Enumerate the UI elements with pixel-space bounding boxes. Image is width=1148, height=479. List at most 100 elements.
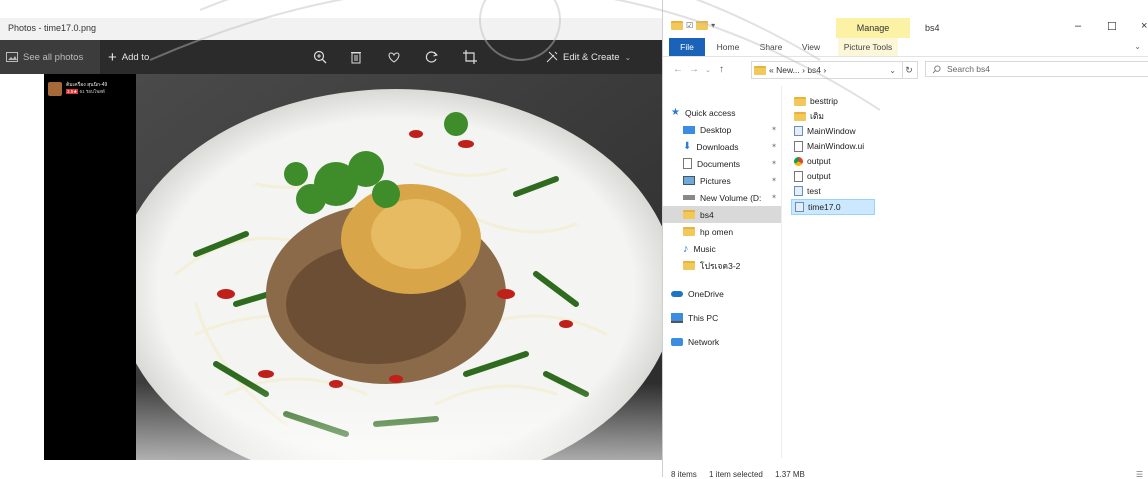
nav-pictures[interactable]: Pictures ✶	[663, 172, 781, 189]
back-icon[interactable]: ←	[673, 64, 683, 75]
nav-label: hp omen	[700, 226, 734, 237]
nav-label: Documents	[697, 158, 740, 169]
details-view-icon[interactable]: ☰	[1136, 470, 1143, 479]
nav-this-pc[interactable]: This PC	[663, 309, 781, 326]
see-all-photos-button[interactable]: See all photos	[0, 40, 100, 74]
file-name: MainWindow	[807, 126, 856, 136]
nav-label: OneDrive	[688, 288, 724, 299]
nav-label: Desktop	[700, 124, 732, 135]
avatar	[48, 82, 62, 96]
nav-label: Network	[688, 336, 720, 347]
address-dropdown-icon[interactable]: ⌄	[889, 66, 896, 75]
chrome-icon	[794, 156, 803, 166]
nav-hp-omen[interactable]: hp omen	[663, 223, 781, 240]
selection-count: 1 item selected	[709, 470, 763, 479]
expand-ribbon-icon[interactable]: ⌄	[1134, 42, 1141, 51]
list-item[interactable]: output	[791, 169, 834, 183]
status-bar: 8 items 1 item selected 1.37 MB	[671, 470, 815, 479]
zoom-icon[interactable]	[312, 49, 328, 65]
selection-size: 1.37 MB	[775, 470, 805, 479]
edit-create-button[interactable]: Edit & Create ⌄	[546, 40, 631, 74]
refresh-icon[interactable]: ↻	[901, 61, 918, 79]
image-file-icon	[795, 202, 804, 212]
file-explorer-window: ☑ ▾ Manage bs4 – ☐ × File Home Share Vie…	[662, 0, 1148, 479]
search-box[interactable]: Search bs4	[925, 61, 1148, 77]
tab-picture-tools[interactable]: Picture Tools	[838, 38, 898, 56]
folder-icon	[754, 65, 766, 75]
folder-icon	[683, 261, 695, 270]
nav-network[interactable]: Network	[663, 333, 781, 350]
photos-title-bar: Photos - time17.0.png	[0, 18, 662, 40]
close-button[interactable]: ×	[1141, 20, 1147, 32]
pictures-icon	[683, 176, 695, 185]
star-icon: ★	[671, 107, 680, 118]
file-name: MainWindow.ui	[807, 141, 865, 151]
list-item[interactable]: output	[791, 154, 834, 168]
nav-new-volume[interactable]: New Volume (D: ✶	[663, 189, 781, 206]
nav-label: Downloads	[696, 141, 739, 152]
customize-qat-icon[interactable]: ▾	[711, 21, 715, 30]
file-icon	[794, 140, 803, 152]
list-item[interactable]: MainWindow	[791, 124, 859, 138]
nav-onedrive[interactable]: OneDrive	[663, 285, 781, 302]
nav-quick-access[interactable]: ★ Quick access	[663, 104, 781, 121]
tab-view[interactable]: View	[797, 38, 825, 56]
nav-label: Quick access	[684, 107, 736, 118]
file-name: time17.0	[808, 202, 841, 212]
breadcrumb-bs4[interactable]: bs4	[807, 65, 821, 75]
plus-icon: +	[108, 48, 117, 66]
breadcrumb-new-volume[interactable]: New...	[776, 65, 800, 75]
ribbon-tabs: File Home Share View Picture Tools ⌄	[663, 38, 1148, 57]
pin-icon: ✶	[771, 194, 777, 201]
item-count: 8 items	[671, 470, 697, 479]
file-name: besttrip	[810, 96, 838, 106]
list-item[interactable]: besttrip	[791, 94, 841, 108]
minimize-button[interactable]: –	[1075, 20, 1081, 32]
tab-file[interactable]: File	[669, 38, 705, 56]
breadcrumb-separator: ›	[823, 65, 827, 75]
list-item-selected[interactable]: time17.0	[791, 199, 875, 215]
recent-locations-icon[interactable]: ⌄	[705, 66, 711, 74]
nav-documents[interactable]: Documents ✶	[663, 155, 781, 172]
nav-downloads[interactable]: ⬇ Downloads ✶	[663, 138, 781, 155]
crop-icon[interactable]	[462, 49, 478, 65]
nav-thai-folder[interactable]: โปรเจค3-2	[663, 257, 781, 274]
add-to-button[interactable]: + Add to	[108, 40, 149, 74]
tab-home[interactable]: Home	[713, 38, 743, 56]
address-bar[interactable]: « New... › bs4 › ⌄	[751, 61, 903, 79]
list-item[interactable]: เติม	[791, 109, 827, 123]
chevron-down-icon: ⌄	[624, 52, 632, 62]
folder-icon	[794, 96, 806, 106]
photos-window-title: Photos - time17.0.png	[8, 23, 97, 33]
nav-label: โปรเจค3-2	[700, 260, 741, 271]
maximize-button[interactable]: ☐	[1107, 20, 1117, 33]
rotate-icon[interactable]	[424, 49, 440, 65]
properties-icon[interactable]: ☑	[686, 21, 693, 30]
new-folder-icon[interactable]	[696, 21, 709, 30]
heart-icon[interactable]	[386, 49, 402, 65]
photo-viewer[interactable]: ต้มเครือง สุนนิก-49 3.5★ 61 รอบโพสต์	[44, 74, 662, 460]
cloud-icon	[671, 290, 683, 297]
nav-desktop[interactable]: Desktop ✶	[663, 121, 781, 138]
list-item[interactable]: test	[791, 184, 824, 198]
address-row: ← → ⌄ ↑ « New... › bs4 › ⌄ ↻ Search bs4	[663, 58, 1148, 82]
quick-access-toolbar: ☑ ▾	[671, 21, 715, 30]
tab-share[interactable]: Share	[756, 38, 786, 56]
file-name: output	[807, 156, 831, 166]
folder-icon	[671, 21, 683, 30]
photos-app-window: Photos - time17.0.png See all photos + A…	[0, 0, 662, 477]
forward-icon[interactable]: →	[689, 64, 699, 75]
list-item[interactable]: MainWindow.ui	[791, 139, 867, 153]
nav-bs4[interactable]: bs4	[663, 206, 781, 223]
nav-label: Pictures	[700, 175, 731, 186]
nav-music[interactable]: ♪ Music	[663, 240, 781, 257]
explorer-window-title: bs4	[925, 23, 940, 33]
rating-badge: 3.5★	[66, 89, 79, 94]
documents-icon	[683, 158, 692, 169]
desktop-icon	[683, 125, 695, 134]
pin-icon: ✶	[771, 143, 777, 150]
up-icon[interactable]: ↑	[719, 64, 724, 75]
manage-tab[interactable]: Manage	[836, 18, 910, 38]
pin-icon: ✶	[771, 177, 777, 184]
delete-icon[interactable]	[348, 49, 364, 65]
